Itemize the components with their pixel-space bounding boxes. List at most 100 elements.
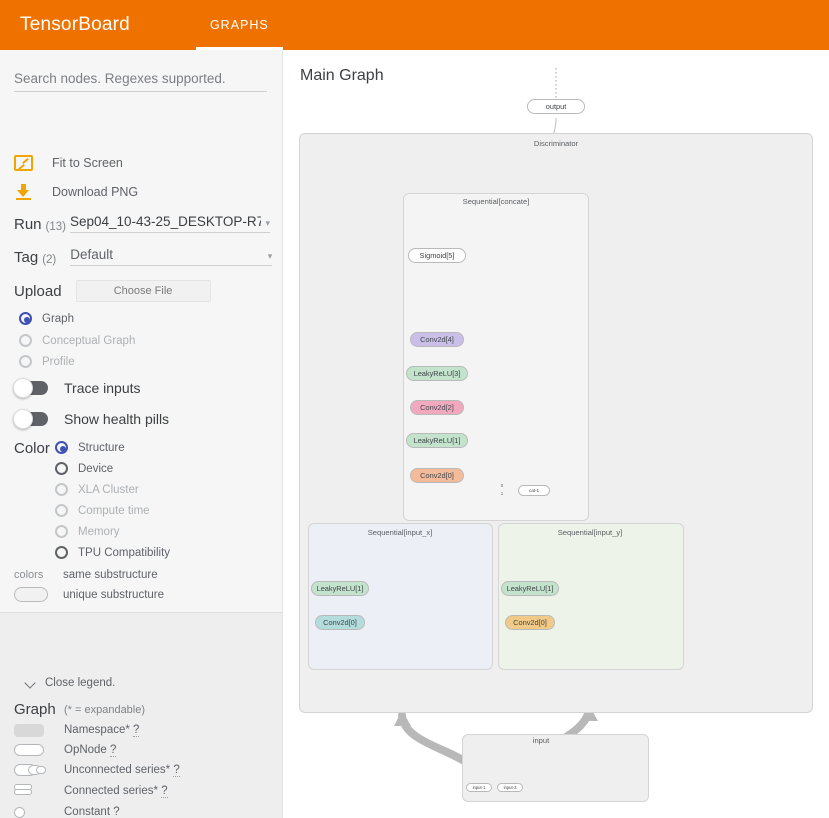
colors-word: colors	[14, 569, 44, 581]
constant-icon	[14, 806, 50, 818]
tag-selector-row: Tag (2) Default ▾	[14, 247, 273, 266]
help-link[interactable]: ?	[173, 764, 180, 777]
unique-substructure-label: unique substructure	[63, 589, 165, 601]
radio-icon	[19, 312, 32, 325]
run-count: (13)	[45, 221, 66, 233]
tag-label: Tag	[14, 249, 39, 266]
radio-color-compute-time[interactable]: Compute time	[55, 504, 150, 517]
graph-cluster-sequential-input-y-label: Sequential[input_y]	[557, 528, 623, 537]
app-brand: TensorBoard	[20, 14, 130, 35]
help-link[interactable]: ?	[161, 785, 168, 798]
legend-label-namespace: Namespace*	[64, 724, 130, 736]
graph-cluster-sequential-input-x[interactable]	[308, 523, 493, 670]
radio-conceptual-graph[interactable]: Conceptual Graph	[19, 334, 135, 347]
legend-label-opnode: OpNode	[64, 744, 107, 756]
graph-cluster-sequential-input-x-label: Sequential[input_x]	[367, 528, 433, 537]
fit-to-screen-icon	[14, 155, 33, 171]
tab-bar: GRAPHS	[195, 0, 283, 50]
radio-conceptual-graph-label: Conceptual Graph	[42, 334, 136, 347]
radio-profile[interactable]: Profile	[19, 355, 75, 368]
graph-node-label: Conv2d[2]	[420, 403, 454, 412]
download-png-button[interactable]: Download PNG	[14, 184, 138, 200]
radio-icon	[55, 483, 68, 496]
graph-node-conv2d-2[interactable]: Conv2d[2]	[410, 400, 464, 415]
chevron-down-icon: ▾	[265, 218, 270, 228]
graph-node-input-x-leakyrelu-1[interactable]: LeakyReLU[1]	[311, 581, 369, 596]
graph-node-sigmoid-5[interactable]: Sigmoid[5]	[408, 248, 466, 263]
graph-cluster-discriminator-label: Discriminator	[533, 139, 579, 148]
legend-item-namespace: Namespace* ?	[14, 723, 140, 737]
radio-graph-label: Graph	[42, 312, 74, 325]
graph-panel[interactable]: Main Graph output Discriminator Sequenti…	[284, 50, 829, 818]
graph-node-label: LeakyReLU[1]	[316, 584, 364, 593]
graph-node-cat-port-1: 1	[500, 491, 504, 496]
toggle-icon	[13, 378, 48, 398]
legend-label-connected-series: Connected series*	[64, 785, 158, 797]
trace-inputs-toggle[interactable]: Trace inputs	[13, 378, 141, 398]
run-value: Sep04_10-43-25_DESKTOP-R75	[69, 214, 262, 229]
graph-node-conv2d-0[interactable]: Conv2d[0]	[410, 468, 464, 483]
radio-graph[interactable]: Graph	[19, 312, 74, 325]
radio-color-memory[interactable]: Memory	[55, 525, 120, 538]
legend-item-constant: Constant ?	[14, 805, 120, 818]
same-substructure-label: same substructure	[63, 569, 158, 581]
search-input[interactable]	[14, 71, 267, 92]
show-health-pills-toggle[interactable]: Show health pills	[13, 409, 170, 429]
graph-node-input-x-conv2d-0[interactable]: Conv2d[0]	[315, 615, 365, 630]
legend-item-unconnected-series: Unconnected series* ?	[14, 763, 180, 777]
help-link[interactable]: ?	[110, 744, 117, 757]
radio-icon	[55, 525, 68, 538]
graph-node-label: input-1	[472, 785, 486, 790]
radio-icon	[55, 441, 68, 454]
graph-node-input-y-leakyrelu-1[interactable]: LeakyReLU[1]	[501, 581, 559, 596]
close-legend-label: Close legend.	[45, 677, 116, 689]
tag-dropdown[interactable]: Default ▾	[70, 247, 273, 266]
graph-node-leakyrelu-3[interactable]: LeakyReLU[3]	[406, 366, 468, 381]
radio-icon	[55, 504, 68, 517]
fit-to-screen-button[interactable]: Fit to Screen	[14, 155, 123, 171]
legend-item-connected-series: Connected series* ?	[14, 784, 168, 798]
graph-node-input-1[interactable]: input-1	[466, 783, 492, 792]
graph-cluster-sequential-concate-label: Sequential[concate]	[462, 197, 530, 206]
graph-node-cat[interactable]: cat-1	[518, 485, 550, 496]
show-health-pills-label: Show health pills	[64, 411, 170, 427]
graph-node-label: Conv2d[0]	[323, 618, 357, 627]
tab-graphs[interactable]: GRAPHS	[195, 0, 283, 50]
graph-node-leakyrelu-1[interactable]: LeakyReLU[1]	[406, 433, 468, 448]
graph-node-cat-label: cat-1	[528, 488, 540, 493]
tag-value: Default	[70, 247, 114, 262]
graph-node-output[interactable]: output	[527, 99, 585, 114]
tag-count: (2)	[42, 254, 57, 266]
sidebar-controls: Fit to Screen Download PNG Run (13) Sep0…	[0, 50, 282, 612]
legend-note: (* = expandable)	[64, 704, 146, 716]
namespace-icon	[14, 723, 50, 737]
graph-node-input-y-conv2d-0[interactable]: Conv2d[0]	[505, 615, 555, 630]
run-label: Run	[14, 216, 42, 233]
trace-inputs-label: Trace inputs	[64, 380, 141, 396]
help-link[interactable]: ?	[113, 806, 120, 818]
help-link[interactable]: ?	[133, 724, 140, 737]
graph-node-label: LeakyReLU[3]	[413, 369, 461, 378]
run-dropdown[interactable]: Sep04_10-43-25_DESKTOP-R75 ▾	[69, 214, 270, 233]
radio-color-tpu-compatibility[interactable]: TPU Compatibility	[55, 546, 170, 559]
graph-node-input-3[interactable]: input-3	[497, 783, 523, 792]
radio-color-device[interactable]: Device	[55, 462, 113, 475]
radio-color-xla-cluster[interactable]: XLA Cluster	[55, 483, 139, 496]
legend-label-constant: Constant	[64, 806, 111, 818]
graph-cluster-sequential-input-y[interactable]	[498, 523, 684, 670]
choose-file-button[interactable]: Choose File	[75, 280, 211, 302]
chevron-down-icon	[26, 679, 35, 688]
radio-icon	[19, 355, 32, 368]
radio-icon	[19, 334, 32, 347]
radio-color-structure[interactable]: Structure	[55, 441, 125, 454]
unconnected-series-icon	[14, 764, 50, 776]
close-legend-button[interactable]: Close legend.	[16, 677, 115, 689]
legend-panel: Close legend. Graph (* = expandable) Nam…	[0, 612, 282, 818]
graph-node-label: input-3	[503, 785, 517, 790]
legend-item-opnode: OpNode ?	[14, 743, 117, 757]
color-section-label: Color	[14, 440, 50, 457]
radio-color-structure-label: Structure	[78, 441, 125, 454]
graph-node-conv2d-4[interactable]: Conv2d[4]	[410, 332, 464, 347]
legend-label-unconnected-series: Unconnected series*	[64, 764, 171, 776]
fit-to-screen-label: Fit to Screen	[52, 156, 123, 170]
